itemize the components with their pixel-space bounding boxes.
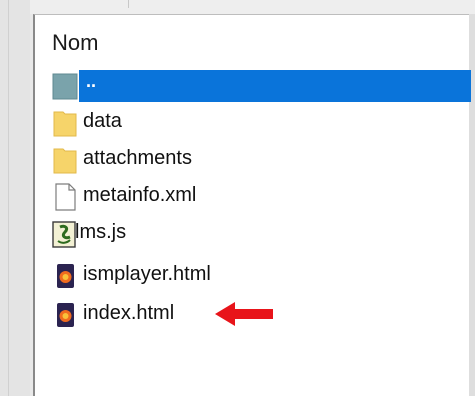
strip-divider xyxy=(128,0,129,8)
left-pane xyxy=(0,0,30,396)
left-pane-edge xyxy=(8,0,9,396)
folder-icon xyxy=(51,108,79,138)
file-name: data xyxy=(83,110,122,132)
file-list-panel: Nom .. data attachments metainfo.xml lms… xyxy=(33,14,471,396)
file-name: index.html xyxy=(83,302,175,324)
file-row-parent-dir[interactable]: .. xyxy=(35,67,471,104)
file-name: attachments xyxy=(83,147,192,169)
selection-highlight xyxy=(79,70,471,102)
column-header-name[interactable]: Nom xyxy=(35,15,469,67)
document-icon xyxy=(51,182,79,212)
file-row-attachments[interactable]: attachments xyxy=(35,141,469,178)
file-name: lms.js xyxy=(75,221,127,243)
file-row-data[interactable]: data xyxy=(35,104,469,141)
file-name: metainfo.xml xyxy=(83,184,197,206)
file-row-metainfo[interactable]: metainfo.xml xyxy=(35,178,469,215)
html-file-icon xyxy=(51,300,79,330)
folder-icon xyxy=(51,145,79,175)
red-arrow-icon xyxy=(213,300,275,328)
folder-up-icon xyxy=(51,71,79,101)
html-file-icon xyxy=(51,261,79,291)
file-row-lms-js[interactable]: lms.js xyxy=(35,215,469,252)
file-row-ismplayer[interactable]: ismplayer.html xyxy=(35,257,469,294)
column-header-label: Nom xyxy=(52,30,99,55)
file-name: ismplayer.html xyxy=(83,263,211,285)
file-name: .. xyxy=(86,71,97,91)
top-window-strip xyxy=(0,0,475,14)
